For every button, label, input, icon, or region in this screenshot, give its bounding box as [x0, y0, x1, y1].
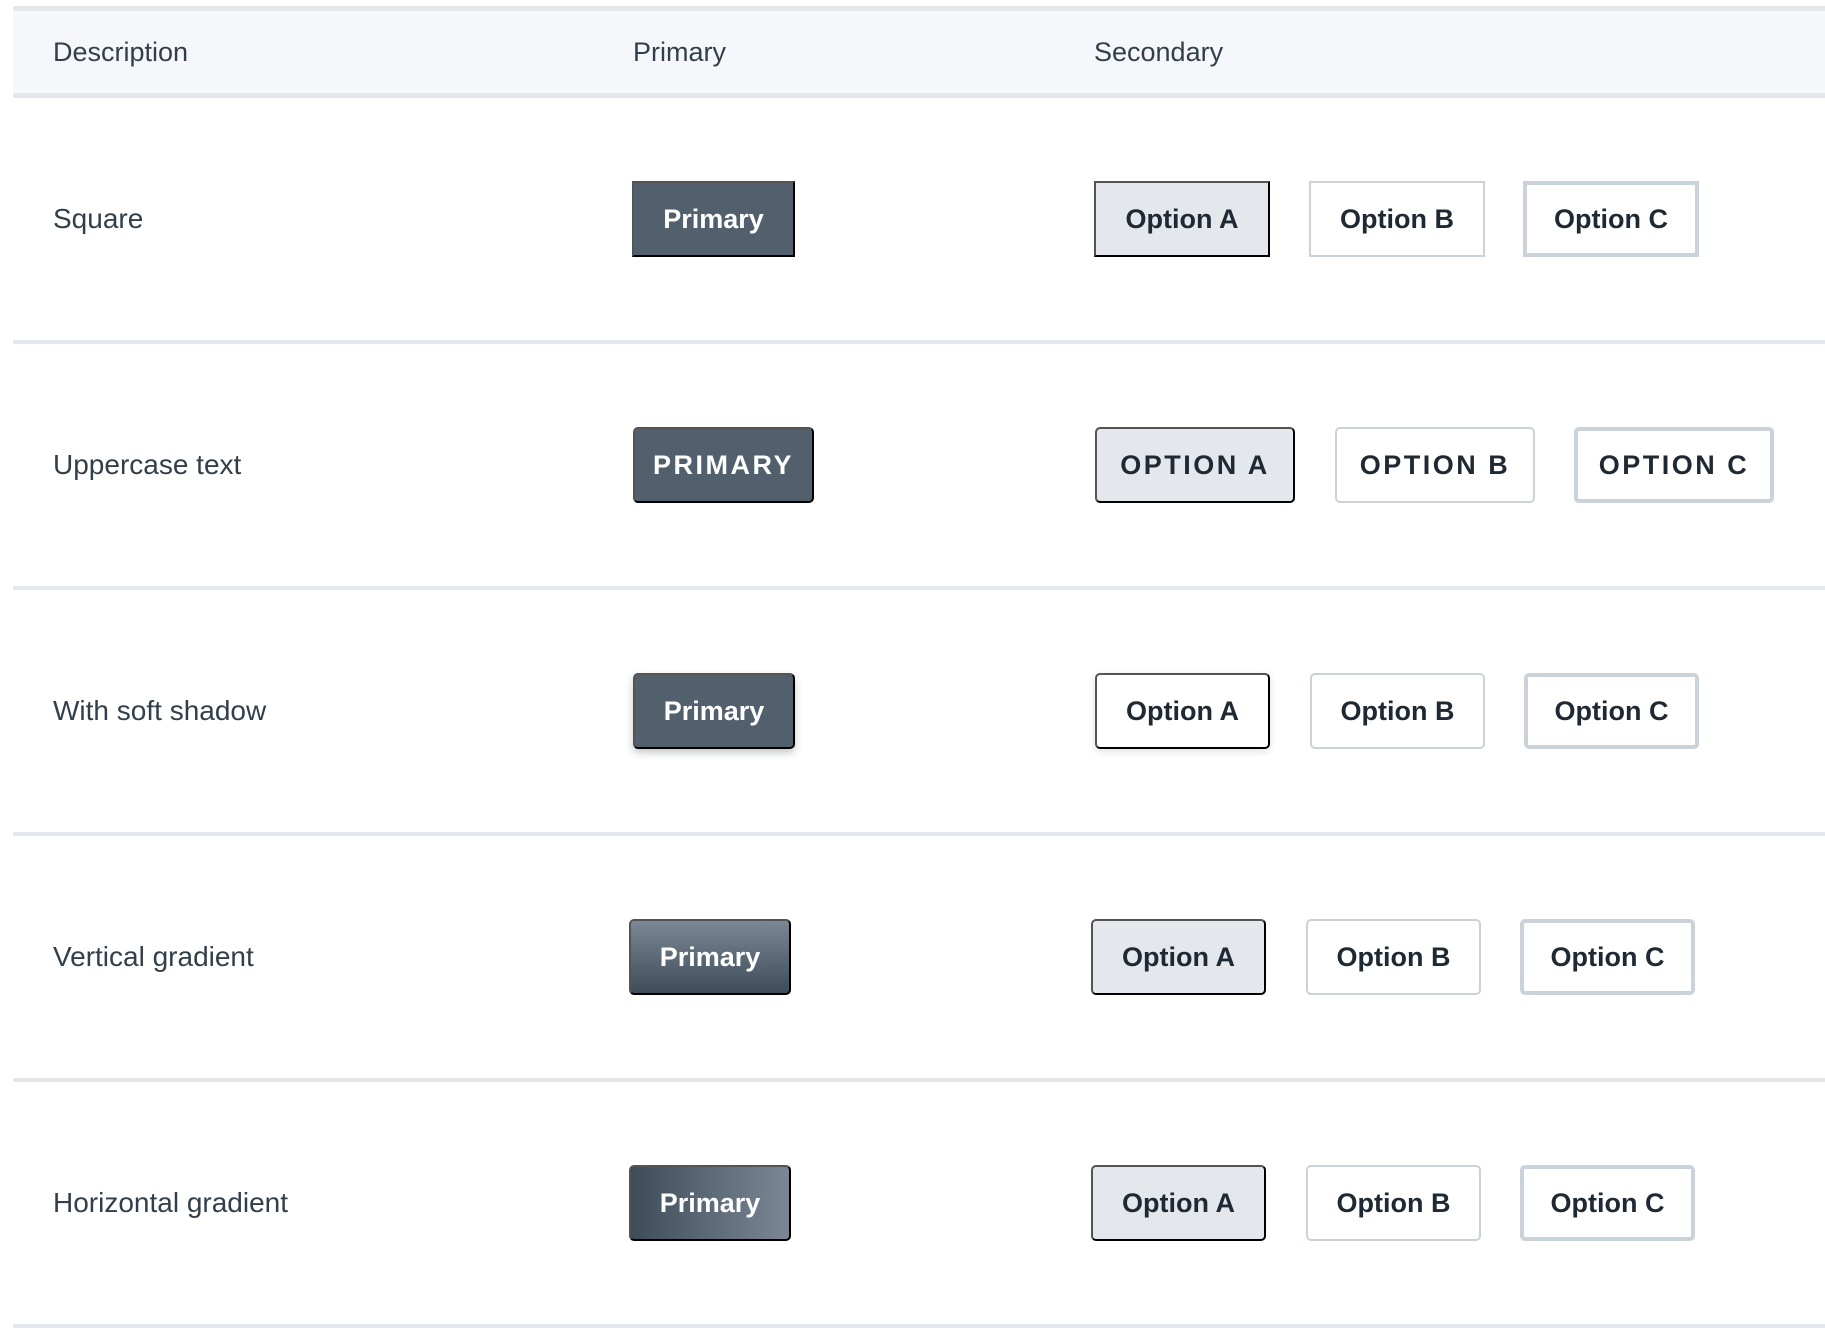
table-header: Description Primary Secondary — [13, 6, 1825, 98]
header-primary: Primary — [633, 37, 726, 67]
table-row-soft-shadow: With soft shadow Primary Option A Option… — [13, 590, 1825, 836]
option-a-button[interactable]: Option A — [1095, 673, 1270, 749]
primary-button[interactable]: Primary — [632, 181, 795, 257]
header-description: Description — [53, 37, 189, 67]
option-a-button[interactable]: Option A — [1091, 919, 1266, 995]
row-description: Square — [53, 203, 144, 234]
primary-button[interactable]: Primary — [633, 427, 814, 503]
header-secondary: Secondary — [1094, 37, 1224, 67]
option-c-button[interactable]: Option C — [1520, 1165, 1695, 1241]
table-row-vertical-gradient: Vertical gradient Primary Option A Optio… — [13, 836, 1825, 1082]
option-b-button[interactable]: Option B — [1306, 1165, 1481, 1241]
table-row-square: Square Primary Option A Option B Option … — [13, 98, 1825, 344]
primary-button[interactable]: Primary — [633, 673, 795, 749]
button-styles-table: Description Primary Secondary Square Pri… — [13, 6, 1825, 1328]
option-c-button[interactable]: Option C — [1523, 181, 1699, 257]
option-a-button[interactable]: Option A — [1094, 181, 1270, 257]
row-description: Uppercase text — [53, 449, 242, 480]
option-c-button[interactable]: Option C — [1524, 673, 1699, 749]
option-b-button[interactable]: Option B — [1306, 919, 1481, 995]
primary-button[interactable]: Primary — [629, 919, 791, 995]
option-a-button[interactable]: Option A — [1091, 1165, 1266, 1241]
option-b-button[interactable]: Option B — [1310, 673, 1485, 749]
option-c-button[interactable]: Option C — [1574, 427, 1774, 503]
table-row-horizontal-gradient: Horizontal gradient Primary Option A Opt… — [13, 1082, 1825, 1328]
row-description: With soft shadow — [53, 695, 267, 726]
primary-button[interactable]: Primary — [629, 1165, 791, 1241]
option-b-button[interactable]: Option B — [1335, 427, 1535, 503]
option-b-button[interactable]: Option B — [1309, 181, 1485, 257]
option-a-button[interactable]: Option A — [1095, 427, 1295, 503]
row-description: Horizontal gradient — [53, 1187, 289, 1218]
option-c-button[interactable]: Option C — [1520, 919, 1695, 995]
table-row-uppercase: Uppercase text Primary Option A Option B… — [13, 344, 1825, 590]
row-description: Vertical gradient — [53, 941, 254, 972]
